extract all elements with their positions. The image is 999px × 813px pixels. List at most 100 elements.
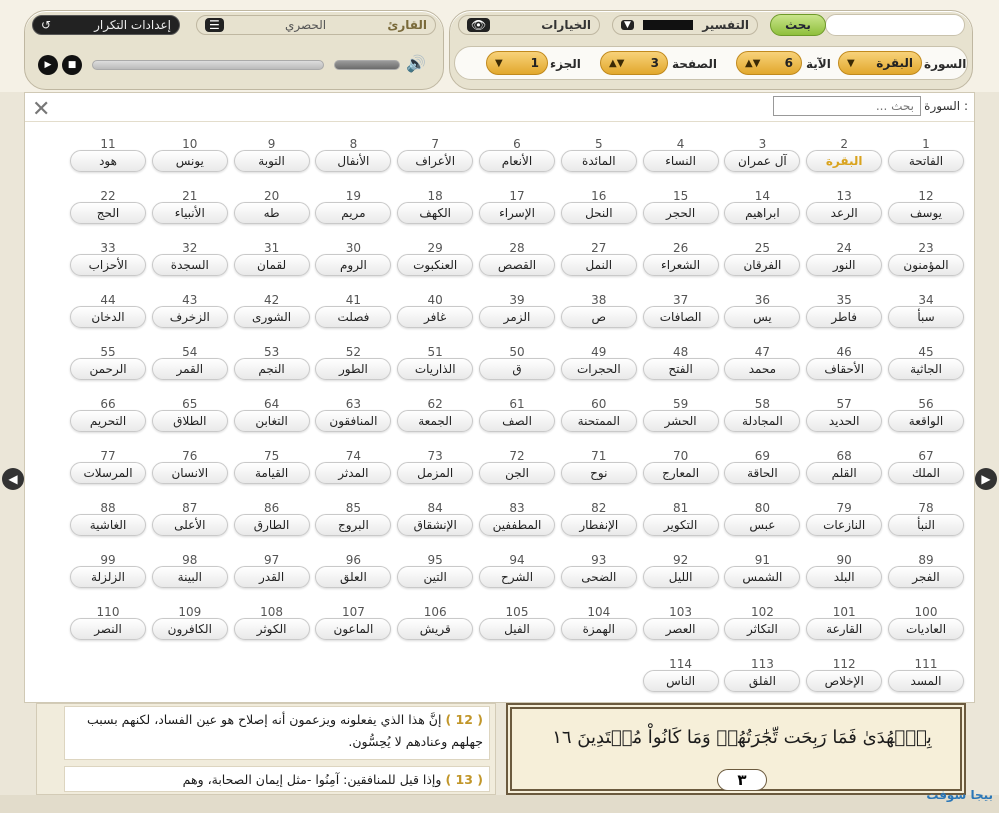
sura-button[interactable]: النور — [806, 254, 883, 276]
sura-button[interactable]: ابراهيم — [724, 202, 801, 224]
sura-button[interactable]: الانسان — [151, 462, 228, 484]
sura-button[interactable]: الرعد — [806, 202, 883, 224]
sura-button[interactable]: الجن — [479, 462, 555, 484]
sura-button[interactable]: ص — [560, 306, 637, 328]
sura-button[interactable]: الأنفال — [315, 150, 392, 172]
sura-button[interactable]: غافر — [397, 306, 474, 328]
sura-button[interactable]: القمر — [151, 358, 228, 380]
aya-stepper[interactable]: ▲▼ 6 — [736, 51, 802, 75]
sura-button[interactable]: محمد — [724, 358, 801, 380]
sura-button[interactable]: سبأ — [888, 306, 964, 328]
sura-button[interactable]: القصص — [479, 254, 555, 276]
close-icon[interactable]: ✕ — [32, 97, 50, 122]
sura-button[interactable]: الكافرون — [151, 618, 228, 640]
sura-button[interactable]: ق — [479, 358, 555, 380]
sura-button[interactable]: التين — [397, 566, 474, 588]
sura-button[interactable]: الزخرف — [151, 306, 228, 328]
sura-button[interactable]: الإخلاص — [806, 670, 883, 692]
sura-button[interactable]: الحجر — [642, 202, 719, 224]
sura-button[interactable]: المعارج — [642, 462, 719, 484]
page-stepper[interactable]: ▲▼ 3 — [600, 51, 668, 75]
sura-button[interactable]: النصر — [70, 618, 146, 640]
sura-button[interactable]: العنكبوت — [397, 254, 474, 276]
sura-button[interactable]: التكوير — [642, 514, 719, 536]
sura-button[interactable]: العلق — [315, 566, 392, 588]
sura-button[interactable]: القلم — [806, 462, 883, 484]
sura-button[interactable]: الحديد — [806, 410, 883, 432]
sura-button[interactable]: الطلاق — [151, 410, 228, 432]
sura-button[interactable]: المجادلة — [724, 410, 801, 432]
sura-button[interactable]: المدثر — [315, 462, 392, 484]
sura-button[interactable]: القارعة — [806, 618, 883, 640]
sura-button[interactable]: الطارق — [233, 514, 310, 536]
sura-button[interactable]: النساء — [642, 150, 719, 172]
sura-button[interactable]: لقمان — [233, 254, 310, 276]
sura-button[interactable]: البقرة — [806, 150, 883, 172]
sura-button[interactable]: آل عمران — [724, 150, 801, 172]
sura-button[interactable]: الذاريات — [397, 358, 474, 380]
sura-button[interactable]: الطور — [315, 358, 392, 380]
sura-button[interactable]: الفاتحة — [888, 150, 964, 172]
sura-button[interactable]: الهمزة — [560, 618, 637, 640]
sura-button[interactable]: القدر — [233, 566, 310, 588]
sura-button[interactable]: المطففين — [479, 514, 555, 536]
sura-button[interactable]: التكاثر — [724, 618, 801, 640]
prev-arrow-icon[interactable]: ◀ — [2, 468, 24, 490]
sura-button[interactable]: الفرقان — [724, 254, 801, 276]
sura-search-input[interactable] — [773, 96, 921, 116]
sura-button[interactable]: الملك — [888, 462, 964, 484]
sura-button[interactable]: الضحى — [560, 566, 637, 588]
sura-button[interactable]: الشورى — [233, 306, 310, 328]
sura-button[interactable]: السجدة — [151, 254, 228, 276]
sura-button[interactable]: الفتح — [642, 358, 719, 380]
sura-button[interactable]: الكهف — [397, 202, 474, 224]
sura-button[interactable]: الصافات — [642, 306, 719, 328]
volume-slider[interactable] — [334, 60, 400, 70]
sura-button[interactable]: الفجر — [888, 566, 964, 588]
sura-button[interactable]: الزمر — [479, 306, 555, 328]
sura-button[interactable]: الناس — [642, 670, 719, 692]
sura-button[interactable]: يس — [724, 306, 801, 328]
sura-button[interactable]: الرحمن — [70, 358, 146, 380]
sura-button[interactable]: الإنفطار — [560, 514, 637, 536]
sura-button[interactable]: المزمل — [397, 462, 474, 484]
sura-button[interactable]: النمل — [560, 254, 637, 276]
sura-button[interactable]: الحشر — [642, 410, 719, 432]
sura-button[interactable]: الغاشية — [70, 514, 146, 536]
sura-button[interactable]: الأعلى — [151, 514, 228, 536]
search-button[interactable]: بحث — [770, 14, 826, 36]
sura-button[interactable]: فصلت — [315, 306, 392, 328]
sura-button[interactable]: فاطر — [806, 306, 883, 328]
sura-button[interactable]: الحاقة — [724, 462, 801, 484]
sura-button[interactable]: الإنشقاق — [397, 514, 474, 536]
repeat-settings-button[interactable]: ↺ إعدادات التكرار — [32, 15, 180, 35]
sura-button[interactable]: القيامة — [233, 462, 310, 484]
sura-button[interactable]: الروم — [315, 254, 392, 276]
sura-button[interactable]: الشمس — [724, 566, 801, 588]
sura-button[interactable]: يونس — [151, 150, 228, 172]
reader-select[interactable]: ☰ الحصري القارئ — [196, 15, 436, 35]
sura-button[interactable]: الحج — [70, 202, 146, 224]
sura-button[interactable]: النحل — [560, 202, 637, 224]
sura-button[interactable]: الحجرات — [560, 358, 637, 380]
sura-button[interactable]: الأحزاب — [70, 254, 146, 276]
sura-button[interactable]: الجمعة — [397, 410, 474, 432]
sura-button[interactable]: التحريم — [70, 410, 146, 432]
sura-button[interactable]: المائدة — [560, 150, 637, 172]
sura-button[interactable]: الفلق — [724, 670, 801, 692]
sura-button[interactable]: الدخان — [70, 306, 146, 328]
sura-button[interactable]: العاديات — [888, 618, 964, 640]
play-button[interactable]: ▶ — [38, 55, 58, 75]
sura-button[interactable]: المنافقون — [315, 410, 392, 432]
sura-button[interactable]: الأنعام — [479, 150, 555, 172]
stop-button[interactable]: ■ — [62, 55, 82, 75]
sura-button[interactable]: الواقعة — [888, 410, 964, 432]
sura-button[interactable]: الشعراء — [642, 254, 719, 276]
sura-button[interactable]: الممتحنة — [560, 410, 637, 432]
sura-button[interactable]: التوبة — [233, 150, 310, 172]
sura-button[interactable]: الكوثر — [233, 618, 310, 640]
volume-icon[interactable]: 🔊 — [406, 54, 426, 73]
sura-button[interactable]: الشرح — [479, 566, 555, 588]
sura-button[interactable]: هود — [70, 150, 146, 172]
sura-button[interactable]: التغابن — [233, 410, 310, 432]
